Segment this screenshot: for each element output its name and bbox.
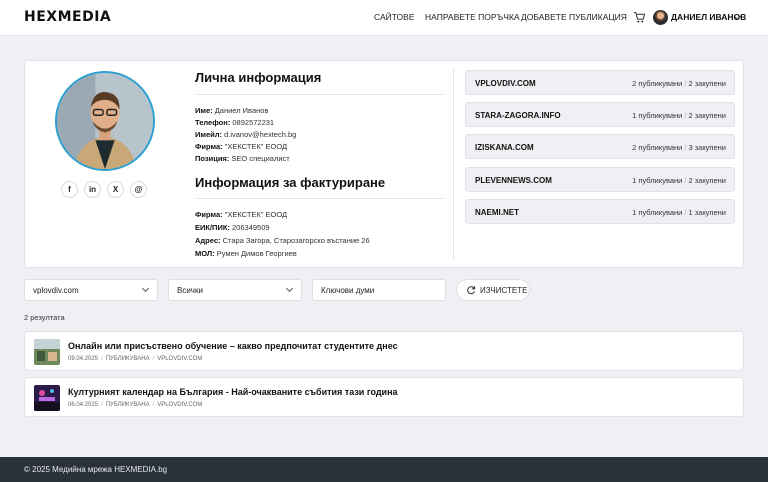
- column-divider: [453, 69, 454, 259]
- site-stat-item[interactable]: STARA-ZAGORA.INFO 1 публикувани/2 закупе…: [465, 102, 735, 127]
- info-position: Позиция: SEO специалист: [195, 154, 290, 163]
- site-name: VPLOVDIV.COM: [475, 79, 536, 88]
- result-title[interactable]: Онлайн или присъствено обучение – какво …: [68, 341, 398, 351]
- divider: [195, 94, 445, 95]
- results-count: 2 резултата: [24, 313, 65, 322]
- billing-company: Фирма: "ХЕКСТЕК" ЕООД: [195, 210, 288, 219]
- info-email: Имейл: d.ivanov@hextech.bg: [195, 130, 297, 139]
- billing-info-title: Информация за фактуриране: [195, 175, 386, 190]
- keywords-input[interactable]: Ключови думи: [312, 279, 446, 301]
- site-counts: 2 публикувани/3 закупени: [632, 143, 726, 152]
- result-title[interactable]: Културният календар на България - Най-оч…: [68, 387, 398, 397]
- site-name: STARA-ZAGORA.INFO: [475, 111, 561, 120]
- logo[interactable]: HEXMEDIA: [24, 9, 111, 25]
- x-twitter-icon[interactable]: X: [107, 181, 124, 198]
- nav-add-publication[interactable]: ДОБАВЕТЕ ПУБЛИКАЦИЯ: [521, 12, 627, 22]
- info-company: Фирма: "ХЕКСТЕК" ЕООД: [195, 142, 288, 151]
- site-name: PLEVENNEWS.COM: [475, 176, 552, 185]
- facebook-icon[interactable]: f: [61, 181, 78, 198]
- result-meta: 09.04.2025/ПУБЛИКУВАНА / VPLOVDIV.COM: [68, 356, 203, 362]
- profile-photo: [57, 73, 153, 169]
- info-phone: Телефон: 0892572231: [195, 118, 275, 127]
- site-counts: 1 публикувани/2 закупени: [632, 111, 726, 120]
- site-counts: 2 публикувани/2 закупени: [632, 79, 726, 88]
- site-name: IZISKANA.COM: [475, 143, 534, 152]
- refresh-icon: [467, 286, 476, 295]
- site-counts: 1 публикувани/2 закупени: [632, 176, 726, 185]
- site-counts: 1 публикувани/1 закупени: [632, 208, 726, 217]
- site-stat-item[interactable]: VPLOVDIV.COM 2 публикувани/2 закупени: [465, 70, 735, 95]
- site-select[interactable]: vplovdiv.com: [24, 279, 158, 301]
- footer-copyright: © 2025 Медийна мрежа HEXMEDIA.bg: [24, 465, 168, 474]
- user-avatar[interactable]: [653, 10, 668, 25]
- chevron-down-icon: [141, 284, 150, 293]
- info-name: Име: Даниел Иванов: [195, 106, 269, 115]
- personal-info-title: Лична информация: [195, 70, 322, 85]
- billing-mol: МОЛ: Румен Димов Георгиев: [195, 249, 297, 258]
- footer: © 2025 Медийна мрежа HEXMEDIA.bg: [0, 457, 768, 482]
- nav-sites[interactable]: САЙТОВЕ: [374, 12, 415, 22]
- clear-filters-button[interactable]: ИЗЧИСТЕТЕ: [456, 279, 530, 301]
- status-select[interactable]: Всички: [168, 279, 302, 301]
- result-thumbnail: [34, 385, 60, 411]
- site-stat-item[interactable]: NAEMI.NET 1 публикувани/1 закупени: [465, 199, 735, 224]
- linkedin-icon[interactable]: in: [84, 181, 101, 198]
- nav-make-order[interactable]: НАПРАВЕТЕ ПОРЪЧКА: [425, 12, 520, 22]
- site-name: NAEMI.NET: [475, 208, 519, 217]
- result-meta: 06.04.2025/ПУБЛИКУВАНА / VPLOVDIV.COM: [68, 402, 203, 408]
- result-item[interactable]: Културният календар на България - Най-оч…: [24, 377, 744, 417]
- top-bar: HEXMEDIA САЙТОВЕ НАПРАВЕТЕ ПОРЪЧКА ДОБАВ…: [0, 0, 768, 36]
- chevron-down-icon: [285, 284, 294, 293]
- site-stat-item[interactable]: PLEVENNEWS.COM 1 публикувани/2 закупени: [465, 167, 735, 192]
- result-thumbnail: [34, 339, 60, 365]
- cart-icon[interactable]: [633, 11, 646, 24]
- billing-eik: ЕИК/ПИК: 206349509: [195, 223, 270, 232]
- divider: [195, 198, 445, 199]
- threads-icon[interactable]: @: [130, 181, 147, 198]
- profile-card: f in X @ Лична информация Име: Даниел Ив…: [24, 60, 744, 268]
- profile-avatar: [55, 71, 155, 171]
- result-item[interactable]: Онлайн или присъствено обучение – какво …: [24, 331, 744, 371]
- billing-address: Адрес: Стара Загора, Старозагорско въста…: [195, 236, 370, 245]
- site-stat-item[interactable]: IZISKANA.COM 2 публикувани/3 закупени: [465, 134, 735, 159]
